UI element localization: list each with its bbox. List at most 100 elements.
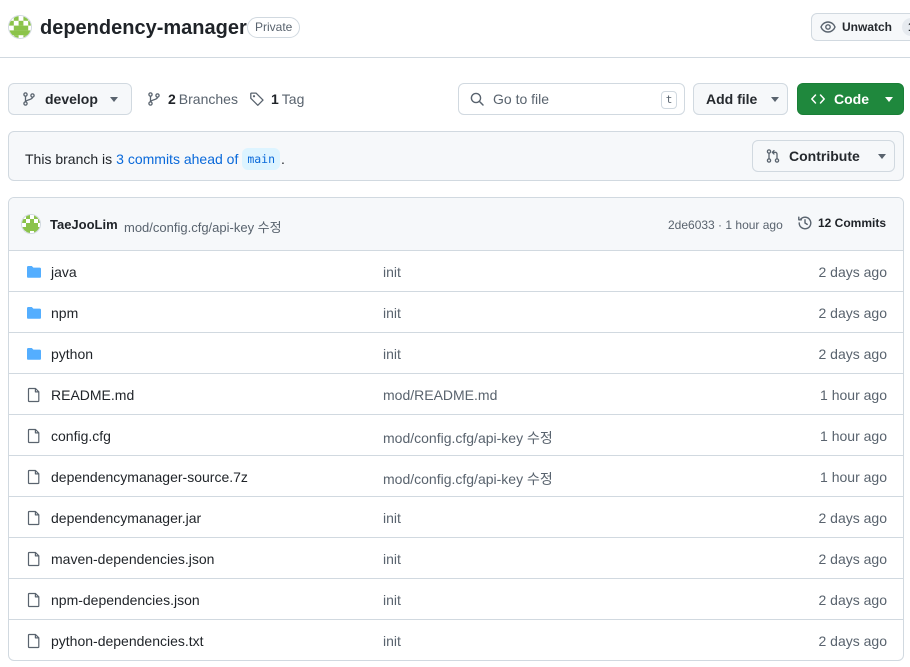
unwatch-button[interactable]: Unwatch 1 [811, 13, 910, 41]
folder-icon [26, 305, 42, 321]
file-name-link[interactable]: config.cfg [51, 428, 111, 444]
file-last-updated: 1 hour ago [820, 387, 887, 403]
tag-icon [250, 92, 264, 106]
repo-avatar[interactable] [8, 15, 32, 39]
file-icon [26, 387, 42, 403]
file-row[interactable]: java init 2 days ago [9, 251, 903, 292]
add-file-button[interactable]: Add file [693, 83, 788, 115]
chevron-down-icon [109, 96, 118, 102]
go-to-file-input[interactable]: Go to file t [458, 83, 685, 115]
contribute-label: Contribute [789, 148, 860, 164]
base-branch-tag[interactable]: main [242, 148, 281, 170]
file-name-link[interactable]: python [51, 346, 93, 362]
chevron-down-icon [885, 96, 893, 102]
watch-count: 1 [902, 18, 910, 36]
add-file-label: Add file [706, 91, 758, 107]
commits-ahead-link[interactable]: 3 commits ahead of [116, 150, 238, 168]
branches-label: Branches [178, 91, 238, 107]
file-last-updated: 2 days ago [818, 510, 888, 526]
file-commit-message-link[interactable]: init [383, 510, 401, 526]
file-icon [26, 551, 42, 567]
git-branch-icon [23, 92, 35, 106]
search-icon [470, 92, 484, 106]
unwatch-label: Unwatch [842, 20, 893, 34]
file-last-updated: 2 days ago [818, 551, 888, 567]
repo-header: dependency-manager Private Unwatch 1 [0, 0, 910, 58]
eye-icon [820, 21, 836, 33]
file-name-link[interactable]: dependencymanager-source.7z [51, 469, 248, 485]
file-commit-message-link[interactable]: init [383, 592, 401, 608]
commits-history-link[interactable]: 12 Commits [797, 215, 886, 231]
tags-count: 1 [271, 91, 279, 107]
file-icon [26, 428, 42, 444]
file-icon [26, 633, 42, 649]
branch-select-button[interactable]: develop [8, 83, 132, 115]
file-row[interactable]: README.md mod/README.md 1 hour ago [9, 374, 903, 415]
folder-icon [26, 346, 42, 362]
repo-toolbar: develop 2 Branches 1 Tag Go to file t Ad… [8, 83, 904, 115]
file-row[interactable]: maven-dependencies.json init 2 days ago [9, 538, 903, 579]
file-row[interactable]: npm init 2 days ago [9, 292, 903, 333]
file-commit-message-link[interactable]: mod/config.cfg/api-key 수정 [383, 469, 553, 489]
history-icon [798, 216, 812, 230]
code-icon [811, 94, 825, 104]
file-last-updated: 1 hour ago [820, 428, 887, 444]
author-avatar[interactable] [21, 214, 41, 234]
file-last-updated: 1 hour ago [820, 469, 887, 485]
file-list: java init 2 days ago npm init 2 days ago pytho… [9, 251, 903, 660]
repo-name-link[interactable]: dependency-manager [40, 15, 247, 41]
commits-count-label: 12 Commits [818, 216, 887, 230]
file-row[interactable]: python init 2 days ago [9, 333, 903, 374]
file-last-updated: 2 days ago [818, 346, 888, 362]
commit-author-link[interactable]: TaeJooLim [50, 217, 118, 232]
file-commit-message-link[interactable]: init [383, 633, 401, 649]
file-name-link[interactable]: java [51, 264, 77, 280]
file-name-link[interactable]: maven-dependencies.json [51, 551, 214, 567]
file-row[interactable]: python-dependencies.txt init 2 days ago [9, 620, 903, 660]
identicon-icon [9, 16, 31, 38]
file-icon [26, 592, 42, 608]
file-row[interactable]: dependencymanager-source.7z mod/config.cf… [9, 456, 903, 497]
file-row[interactable]: config.cfg mod/config.cfg/api-key 수정 1 hou… [9, 415, 903, 456]
file-commit-message-link[interactable]: init [383, 305, 401, 321]
file-commit-message-link[interactable]: init [383, 551, 401, 567]
file-commit-message-link[interactable]: mod/config.cfg/api-key 수정 [383, 428, 553, 448]
file-commit-message-link[interactable]: init [383, 264, 401, 280]
file-name-link[interactable]: dependencymanager.jar [51, 510, 201, 526]
tags-link[interactable]: 1 Tag [249, 83, 304, 115]
contribute-button[interactable]: Contribute [752, 140, 895, 172]
branch-status-text: This branch is 3 commits ahead of main . [25, 148, 285, 170]
file-browser: TaeJooLim mod/config.cfg/api-key 수정 2de6… [8, 197, 904, 661]
folder-icon [26, 264, 42, 280]
tags-label: Tag [281, 91, 305, 107]
commit-hash-time[interactable]: 2de6033 · 1 hour ago [668, 218, 783, 232]
file-last-updated: 2 days ago [818, 305, 888, 321]
file-name-link[interactable]: README.md [51, 387, 134, 403]
file-icon [26, 469, 42, 485]
file-commit-message-link[interactable]: init [383, 346, 401, 362]
git-pull-request-icon [766, 149, 780, 163]
commit-message-link[interactable]: mod/config.cfg/api-key 수정 [124, 217, 282, 236]
chevron-down-icon [771, 96, 780, 102]
branch-status-suffix: . [281, 151, 285, 167]
branches-link[interactable]: 2 Branches [146, 83, 238, 115]
branch-status-bar: This branch is 3 commits ahead of main .… [8, 131, 904, 181]
branch-name: develop [45, 91, 98, 107]
file-last-updated: 2 days ago [818, 633, 888, 649]
identicon-icon [22, 215, 40, 233]
keyboard-shortcut-hint: t [661, 91, 677, 109]
file-row[interactable]: npm-dependencies.json init 2 days ago [9, 579, 903, 620]
branch-status-prefix: This branch is [25, 151, 113, 167]
file-name-link[interactable]: python-dependencies.txt [51, 633, 204, 649]
file-name-link[interactable]: npm-dependencies.json [51, 592, 200, 608]
code-button[interactable]: Code [797, 83, 904, 115]
file-name-link[interactable]: npm [51, 305, 78, 321]
visibility-badge: Private [247, 17, 301, 38]
latest-commit-bar: TaeJooLim mod/config.cfg/api-key 수정 2de6… [9, 198, 903, 251]
branches-count: 2 [168, 91, 176, 107]
file-commit-message-link[interactable]: mod/README.md [383, 387, 497, 403]
file-last-updated: 2 days ago [818, 264, 888, 280]
file-row[interactable]: dependencymanager.jar init 2 days ago [9, 497, 903, 538]
chevron-down-icon [877, 153, 886, 159]
code-label: Code [834, 91, 869, 107]
